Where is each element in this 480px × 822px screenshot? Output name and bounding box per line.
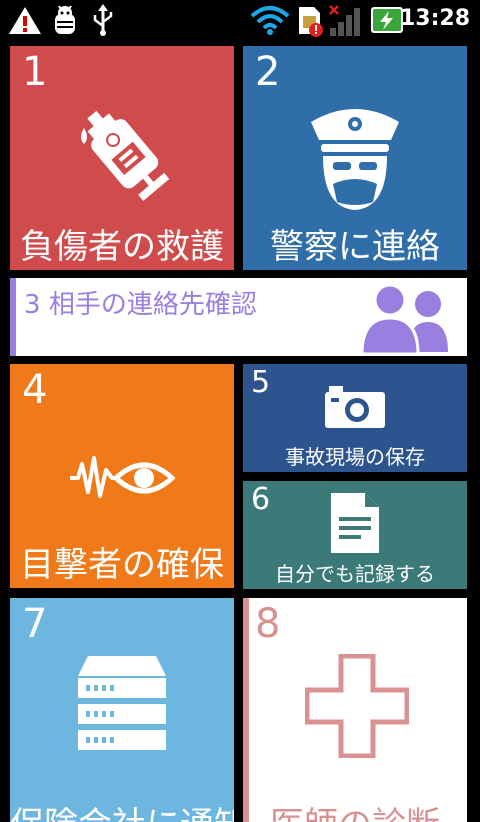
tile-number: 4 bbox=[22, 367, 48, 413]
tile-preserve-scene[interactable]: 5 事故現場の保存 bbox=[243, 364, 467, 472]
tile-doctor-diagnosis[interactable]: 8 医師の診断 bbox=[243, 598, 467, 822]
tile-label: 目撃者の確保 bbox=[20, 545, 224, 585]
tile-number: 6 bbox=[251, 482, 271, 517]
tile-label: 警察に連絡 bbox=[270, 227, 440, 267]
server-icon bbox=[78, 656, 166, 750]
accent-bar bbox=[10, 278, 16, 356]
camera-icon bbox=[325, 386, 385, 428]
contacts-icon bbox=[360, 283, 448, 354]
sim-error-icon bbox=[299, 7, 323, 37]
police-officer-icon bbox=[311, 109, 399, 210]
tile-secure-witness[interactable]: 4 目撃者の確保 bbox=[10, 364, 234, 588]
tile-label: 事故現場の保存 bbox=[285, 445, 425, 469]
tile-number: 1 bbox=[22, 49, 48, 95]
tile-number: 8 bbox=[255, 601, 281, 647]
tile-contact-police[interactable]: 2 警察に連絡 bbox=[243, 46, 467, 270]
document-icon bbox=[331, 493, 379, 553]
tile-number: 3 bbox=[24, 290, 41, 320]
tile-number: 2 bbox=[255, 49, 281, 95]
accent-bar bbox=[243, 598, 249, 822]
tile-record-yourself[interactable]: 6 自分でも記録する bbox=[243, 481, 467, 589]
tile-number: 7 bbox=[22, 601, 48, 647]
status-time: 13:28 bbox=[399, 6, 470, 31]
status-bar: 13:28 bbox=[0, 0, 480, 40]
android-debug-icon bbox=[55, 5, 75, 34]
eye-witness-icon bbox=[70, 456, 176, 498]
tile-exchange-contacts[interactable]: 3 相手の連絡先確認 bbox=[10, 278, 467, 356]
medical-cross-icon bbox=[305, 654, 409, 758]
fire-extinguisher-icon bbox=[81, 110, 170, 201]
tile-label: 相手の連絡先確認 bbox=[48, 290, 257, 320]
tile-notify-insurance[interactable]: 7 保険会社に通知 bbox=[10, 598, 234, 822]
tile-number: 5 bbox=[251, 365, 271, 400]
tile-injured-rescue[interactable]: 1 負傷者の救護 bbox=[10, 46, 234, 270]
signal-icon bbox=[329, 5, 360, 36]
warning-icon bbox=[9, 7, 41, 34]
tile-title: 3 相手の連絡先確認 bbox=[24, 284, 257, 321]
tile-label: 医師の診断 bbox=[243, 797, 467, 822]
tile-label: 負傷者の救護 bbox=[20, 227, 224, 267]
tile-label: 自分でも記録する bbox=[275, 562, 435, 586]
tile-label: 保険会社に通知 bbox=[10, 797, 234, 822]
usb-icon bbox=[93, 4, 113, 36]
wifi-icon bbox=[250, 6, 290, 35]
